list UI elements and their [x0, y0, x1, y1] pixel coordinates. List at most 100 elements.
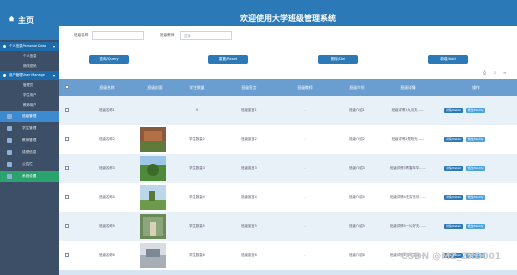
cell-detail: 班级详情3青春年华……: [389, 166, 427, 170]
row-checkbox[interactable]: [65, 137, 69, 141]
table-row: 班级名称4 学生数量4 班级宣言4 - 班级介绍4 班级详情4无穷无尽…… 详情…: [59, 183, 517, 212]
filter-teacher-select[interactable]: 选择: [180, 31, 232, 40]
sidebar-item-student[interactable]: 学生管理: [0, 123, 59, 134]
cell-detail: 班级详情1九月天……: [391, 108, 425, 112]
sidebar-item-teacher[interactable]: 教师管理: [0, 135, 59, 146]
sidebar-item-notice[interactable]: 公告栏: [0, 159, 59, 170]
student-icon: [7, 126, 12, 131]
nav-sub-profile[interactable]: 个人信息: [0, 51, 59, 61]
cell-name: 班级名称2: [99, 137, 115, 141]
cell-name: 班级名称4: [99, 195, 115, 199]
cell-intro: 班级介绍3: [349, 166, 365, 170]
nav-sub-teachers[interactable]: 教师用户: [0, 100, 59, 110]
cell-name: 班级名称6: [99, 253, 115, 257]
cover-image: [140, 214, 166, 239]
col-slogan: 班级宣言: [241, 85, 257, 90]
row-checkbox[interactable]: [65, 224, 69, 228]
home-icon: [8, 15, 15, 22]
class-icon: [7, 114, 12, 119]
delete-button[interactable]: 删除/Del: [318, 55, 358, 64]
user-icon: [3, 44, 6, 48]
col-count: 学生数量: [189, 85, 205, 90]
chevron-down-icon: ▾: [52, 44, 55, 49]
cell-count: 学生数量5: [189, 224, 205, 228]
print-icon[interactable]: ⎙: [483, 70, 486, 76]
nav-sub-password[interactable]: 修改密码: [0, 61, 59, 71]
app-title: 主页: [18, 16, 34, 25]
export-icon[interactable]: ⇩: [493, 70, 496, 76]
teacher-icon: [7, 138, 12, 143]
modify-button[interactable]: 修改/Modify: [466, 137, 485, 142]
modify-button[interactable]: 修改/Modify: [466, 166, 485, 171]
sidebar-item-settings[interactable]: 系统设置: [0, 171, 59, 182]
cell-slogan: 班级宣言1: [241, 108, 257, 112]
cell-intro: 班级介绍5: [349, 224, 365, 228]
cell-teacher: -: [304, 195, 306, 199]
detail-button[interactable]: 详情/Detail: [444, 224, 463, 229]
cover-image: [140, 243, 166, 268]
nav-sub-students[interactable]: 学生用户: [0, 90, 59, 100]
row-checkbox[interactable]: [65, 195, 69, 199]
col-intro: 班级介绍: [349, 85, 365, 90]
cell-name: 班级名称3: [99, 166, 115, 170]
col-name: 班级名称: [99, 85, 115, 90]
row-checkbox[interactable]: [65, 253, 69, 257]
filter-icon[interactable]: ≡: [503, 70, 506, 76]
cell-count: 学生数量3: [189, 166, 205, 170]
modify-button[interactable]: 修改/Modify: [466, 224, 485, 229]
cell-teacher: -: [304, 253, 306, 257]
sidebar-item-class[interactable]: 班级管理: [0, 111, 59, 122]
cell-intro: 班级介绍1: [349, 108, 365, 112]
filter-teacher-label: 班级教师: [160, 33, 175, 37]
table-row: 班级名称2 学生数量2 班级宣言2 - 班级介绍2 班级详情2是阳光…… 详情/…: [59, 125, 517, 154]
users-icon: [3, 73, 6, 77]
cover-image: [140, 156, 166, 181]
reset-button[interactable]: 重置/Reset: [208, 55, 248, 64]
grades-icon: [7, 150, 12, 155]
cell-detail: 班级详情4无穷无尽……: [389, 195, 427, 199]
system-title: 欢迎使用大学班级管理系统: [240, 14, 336, 23]
nav-group-personal[interactable]: 个人信息Personal Data ▾: [0, 42, 59, 51]
modify-button[interactable]: 修改/Modify: [466, 108, 485, 113]
detail-button[interactable]: 详情/Detail: [444, 137, 463, 142]
notice-icon: [7, 162, 12, 167]
logo[interactable]: 主页: [0, 0, 59, 40]
cell-count: 学生数量2: [189, 137, 205, 141]
table-row: 班级名称5 学生数量5 班级宣言5 - 班级介绍5 班级详情5一片好天…… 详情…: [59, 212, 517, 241]
cell-count: 学生数量6: [189, 253, 205, 257]
cell-name: 班级名称1: [99, 108, 115, 112]
nav-sub-admin[interactable]: 管理员: [0, 80, 59, 90]
filter-name-label: 班级名称: [74, 33, 89, 37]
table-row: 班级名称3 学生数量3 班级宣言3 - 班级介绍3 班级详情3青春年华…… 详情…: [59, 154, 517, 183]
sidebar-item-grades[interactable]: 成绩信息: [0, 147, 59, 158]
chevron-down-icon: ▾: [52, 73, 55, 78]
watermark: CSDN @MZ_ZXD001: [400, 252, 501, 262]
select-all-checkbox[interactable]: [65, 85, 69, 89]
cell-intro: 班级介绍6: [349, 253, 365, 257]
row-checkbox[interactable]: [65, 166, 69, 170]
detail-button[interactable]: 详情/Detail: [444, 108, 463, 113]
cell-detail: 班级详情2是阳光……: [391, 137, 425, 141]
cell-slogan: 班级宣言2: [241, 137, 257, 141]
cell-intro: 班级介绍4: [349, 195, 365, 199]
cell-intro: 班级介绍2: [349, 137, 365, 141]
add-button[interactable]: 新增/Add: [428, 55, 468, 64]
cell-slogan: 班级宣言3: [241, 166, 257, 170]
detail-button[interactable]: 详情/Detail: [444, 195, 463, 200]
footer-strip: [59, 270, 517, 275]
cell-slogan: 班级宣言6: [241, 253, 257, 257]
col-cover: 班级封面: [147, 85, 163, 90]
cell-name: 班级名称5: [99, 224, 115, 228]
table-header: 班级名称 班级封面 学生数量 班级宣言 班级教师 班级介绍 班级详情 操作: [59, 79, 517, 96]
cell-slogan: 班级宣言5: [241, 224, 257, 228]
detail-button[interactable]: 详情/Detail: [444, 166, 463, 171]
nav-group-users[interactable]: 用户管理User Manage ▾: [0, 71, 59, 80]
cover-image: [140, 127, 166, 152]
modify-button[interactable]: 修改/Modify: [466, 195, 485, 200]
cell-teacher: -: [304, 137, 306, 141]
col-detail: 班级详情: [400, 85, 416, 90]
row-checkbox[interactable]: [65, 108, 69, 112]
filter-name-input[interactable]: [92, 31, 144, 40]
settings-icon: [7, 174, 12, 179]
query-button[interactable]: 查询/Query: [89, 55, 129, 64]
